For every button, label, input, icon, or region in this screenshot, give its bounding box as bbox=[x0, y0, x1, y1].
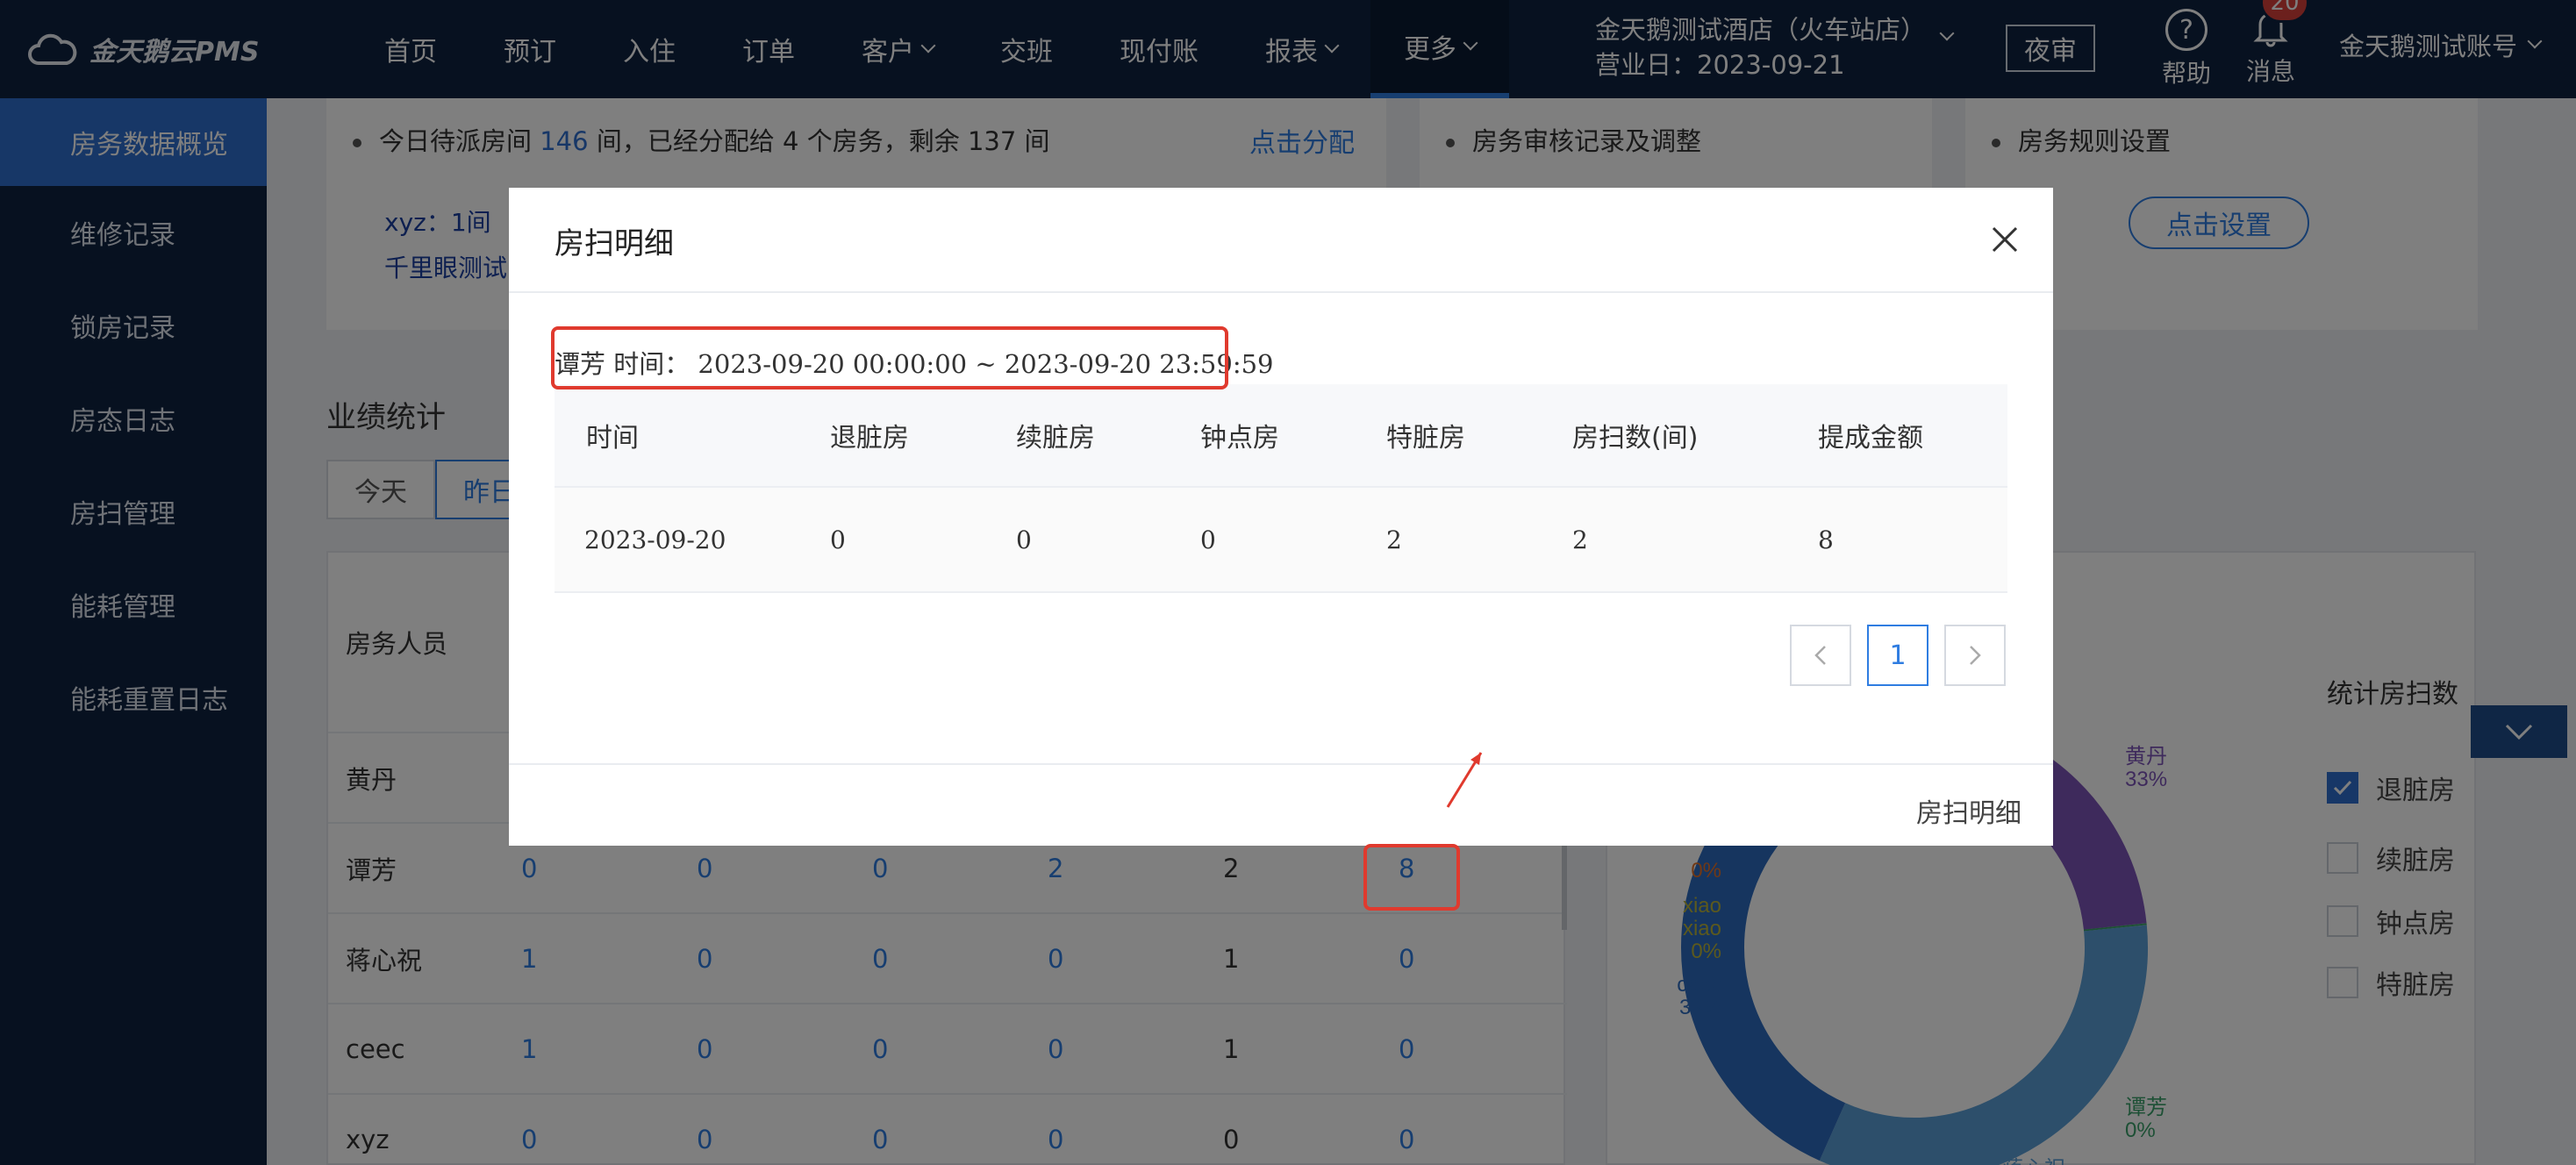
next-page-button[interactable] bbox=[1944, 625, 2006, 686]
modal-title: 房扫明细 bbox=[555, 226, 674, 261]
cell-value: 0 bbox=[830, 525, 846, 554]
chevron-left-icon bbox=[1814, 646, 1826, 665]
column-header: 特脏房 bbox=[1386, 423, 1465, 454]
highlight-box-amount bbox=[1363, 844, 1460, 911]
footer-label: 房扫明细 bbox=[1916, 798, 2021, 829]
chevron-right-icon bbox=[1970, 646, 1981, 665]
highlight-box-filter bbox=[551, 326, 1228, 390]
page-1-button[interactable]: 1 bbox=[1867, 625, 1928, 686]
column-header: 时间 bbox=[586, 423, 639, 454]
table-row: 2023-09-20 0 0 0 2 2 8 bbox=[555, 488, 2007, 593]
column-header: 提成金额 bbox=[1818, 423, 1923, 454]
close-icon bbox=[1992, 226, 2018, 253]
cleaning-detail-modal: 房扫明细 谭芳 时间： 2023-09-20 00:00:00 ~ 2023-0… bbox=[509, 188, 2053, 846]
close-button[interactable] bbox=[1983, 218, 2027, 261]
cell-value: 0 bbox=[1200, 525, 1216, 554]
cell-value: 0 bbox=[1016, 525, 1032, 554]
column-header: 钟点房 bbox=[1200, 423, 1279, 454]
modal-header: 房扫明细 bbox=[509, 188, 2053, 293]
cell-date: 2023-09-20 bbox=[584, 525, 726, 554]
cell-value: 2 bbox=[1386, 525, 1402, 554]
table-header: 时间 退脏房 续脏房 钟点房 特脏房 房扫数(间) 提成金额 bbox=[555, 384, 2007, 488]
column-header: 续脏房 bbox=[1016, 423, 1095, 454]
modal-footer: 房扫明细 bbox=[509, 763, 2053, 846]
cell-value: 8 bbox=[1818, 525, 1834, 554]
column-header: 退脏房 bbox=[830, 423, 909, 454]
annotation-arrow bbox=[1446, 752, 1483, 808]
column-header: 房扫数(间) bbox=[1572, 423, 1699, 454]
cell-value: 2 bbox=[1572, 525, 1588, 554]
prev-page-button[interactable] bbox=[1790, 625, 1851, 686]
detail-table: 时间 退脏房 续脏房 钟点房 特脏房 房扫数(间) 提成金额 2023-09-2… bbox=[555, 384, 2007, 593]
